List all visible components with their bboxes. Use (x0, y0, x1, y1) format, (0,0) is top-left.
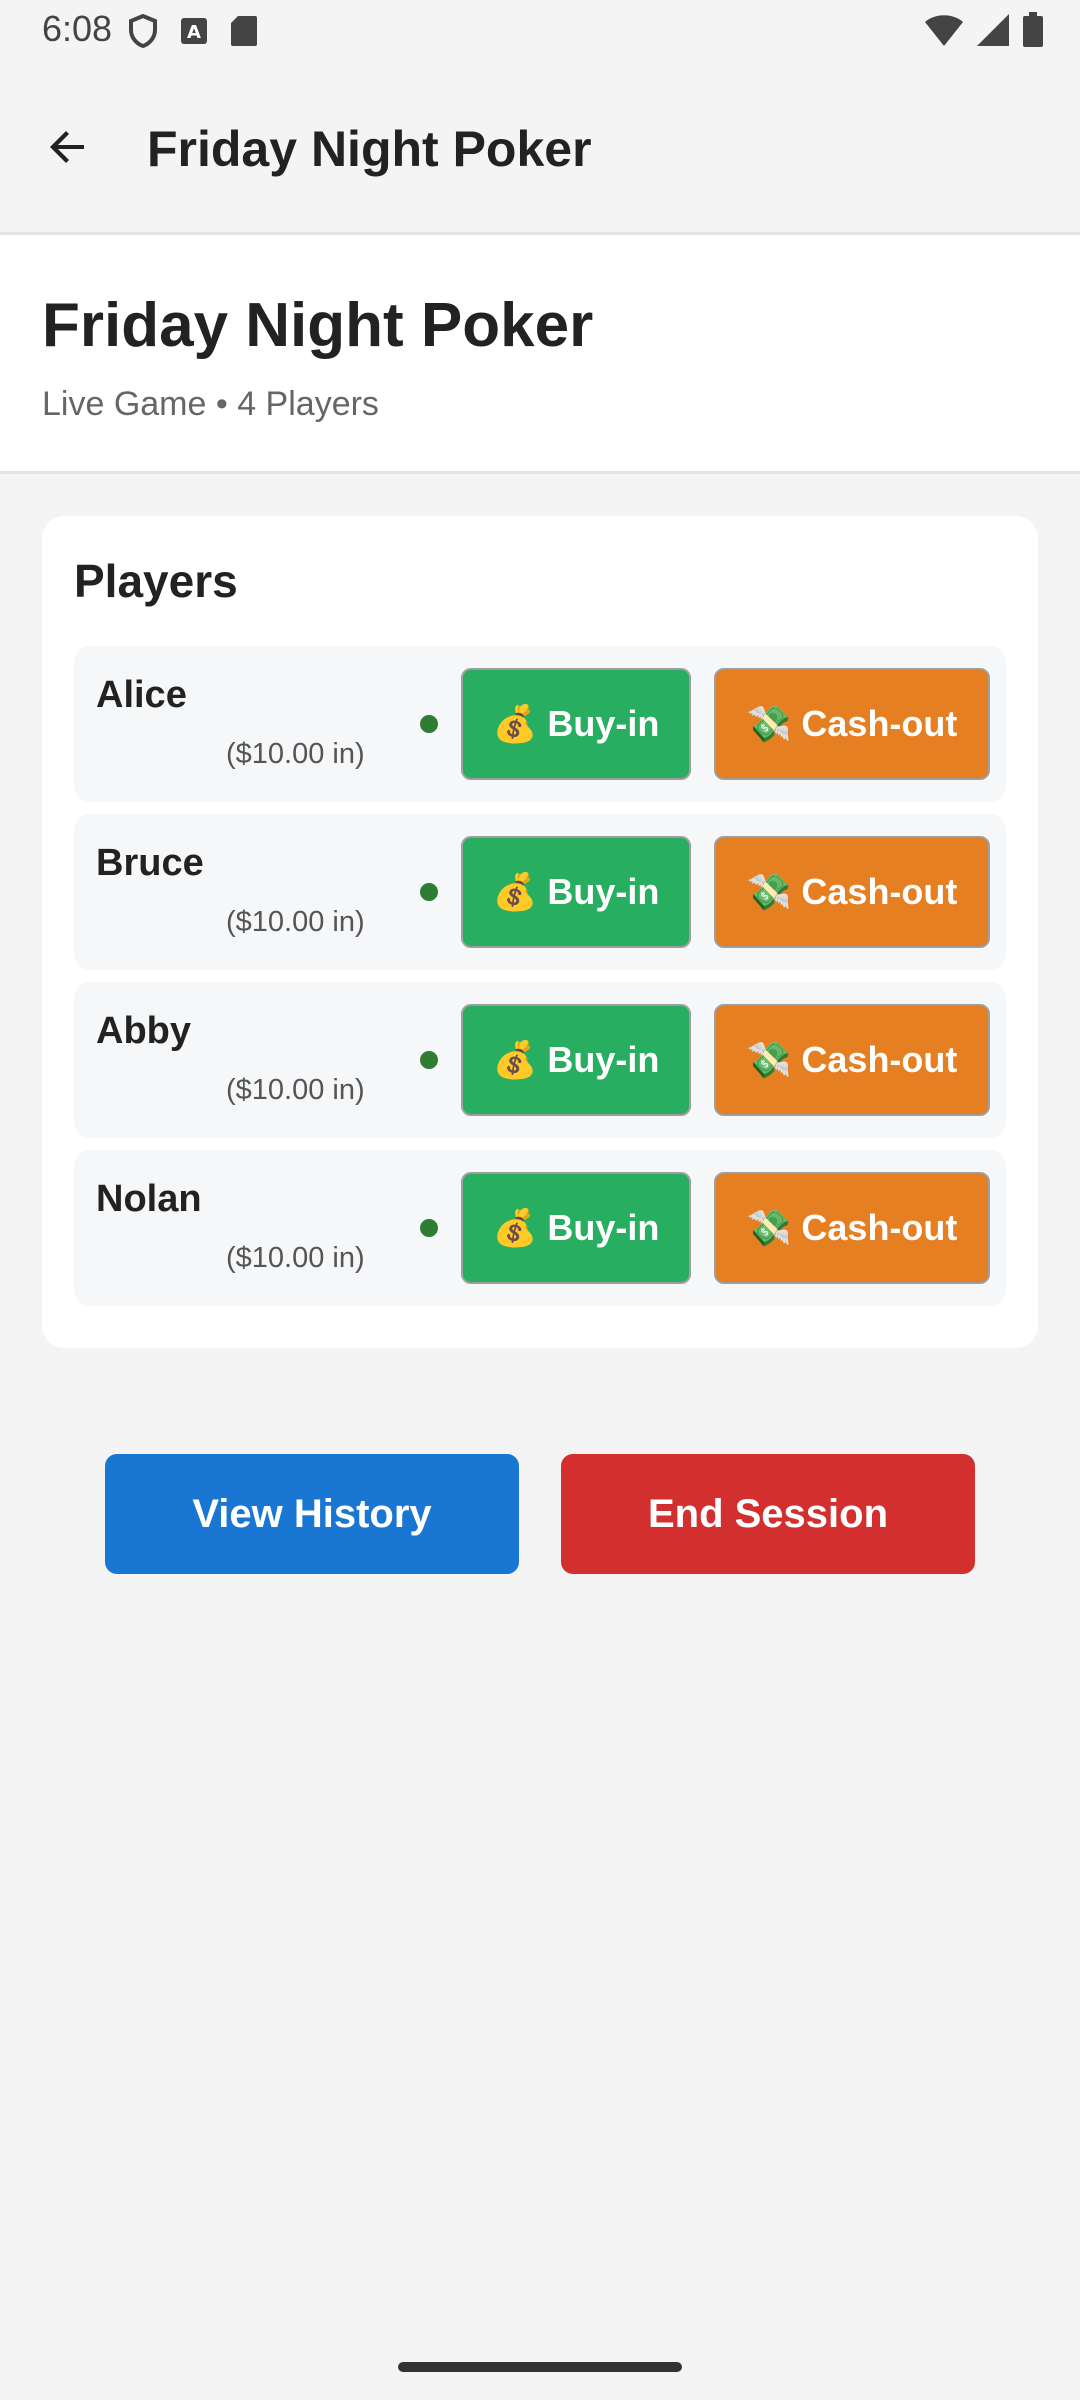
app-bar-title: Friday Night Poker (147, 121, 592, 177)
players-heading: Players (74, 555, 238, 607)
cash-out-label: Cash-out (801, 1207, 958, 1248)
buy-in-label: Buy-in (547, 1207, 660, 1248)
sd-card-icon (230, 15, 258, 52)
player-amount: ($10.00 in) (226, 906, 365, 938)
buy-in-button[interactable]: 💰 Buy-in (461, 1004, 691, 1116)
home-indicator[interactable] (398, 2362, 682, 2372)
money-wings-icon: 💸 (746, 1207, 792, 1248)
player-name: Abby (96, 1010, 191, 1052)
player-amount: ($10.00 in) (226, 1074, 365, 1106)
status-time: 6:08 (42, 8, 113, 49)
status-icons-right (924, 12, 1044, 53)
buy-in-button[interactable]: 💰 Buy-in (461, 836, 691, 948)
player-name: Bruce (96, 842, 204, 884)
buy-in-label: Buy-in (547, 1039, 660, 1080)
player-row: Nolan ($10.00 in) 💰 Buy-in 💸 Cash-out (74, 1150, 1006, 1306)
buy-in-button[interactable]: 💰 Buy-in (461, 1172, 691, 1284)
money-wings-icon: 💸 (746, 871, 792, 912)
player-amount: ($10.00 in) (226, 738, 365, 770)
buy-in-label: Buy-in (547, 871, 660, 912)
player-name: Alice (96, 674, 187, 716)
active-status-dot (420, 1219, 438, 1237)
battery-icon (1022, 12, 1044, 53)
text-a-icon: A (180, 17, 208, 50)
player-amount: ($10.00 in) (226, 1242, 365, 1274)
money-bag-icon: 💰 (492, 871, 538, 912)
player-row: Abby ($10.00 in) 💰 Buy-in 💸 Cash-out (74, 982, 1006, 1138)
cash-out-label: Cash-out (801, 871, 958, 912)
money-wings-icon: 💸 (746, 1039, 792, 1080)
game-subtitle: Live Game • 4 Players (42, 385, 379, 423)
svg-text:A: A (187, 22, 201, 43)
wifi-icon (924, 13, 964, 52)
money-bag-icon: 💰 (492, 703, 538, 744)
status-icons-left: A (128, 13, 258, 53)
cash-out-label: Cash-out (801, 703, 958, 744)
cash-out-button[interactable]: 💸 Cash-out (714, 1004, 990, 1116)
money-bag-icon: 💰 (492, 1207, 538, 1248)
arrow-back-icon (44, 123, 92, 176)
end-session-button[interactable]: End Session (561, 1454, 975, 1574)
active-status-dot (420, 1051, 438, 1069)
game-title: Friday Night Poker (42, 291, 594, 360)
back-button[interactable] (28, 114, 108, 184)
cash-out-label: Cash-out (801, 1039, 958, 1080)
cash-out-button[interactable]: 💸 Cash-out (714, 836, 990, 948)
buy-in-label: Buy-in (547, 703, 660, 744)
game-header: Friday Night Poker Live Game • 4 Players (0, 235, 1080, 474)
player-row: Alice ($10.00 in) 💰 Buy-in 💸 Cash-out (74, 646, 1006, 802)
shield-icon (128, 13, 158, 53)
active-status-dot (420, 715, 438, 733)
players-card: Players Alice ($10.00 in) 💰 Buy-in 💸 Cas… (42, 516, 1038, 1348)
buy-in-button[interactable]: 💰 Buy-in (461, 668, 691, 780)
status-bar: 6:08 A (0, 0, 1080, 62)
cash-out-button[interactable]: 💸 Cash-out (714, 1172, 990, 1284)
player-row: Bruce ($10.00 in) 💰 Buy-in 💸 Cash-out (74, 814, 1006, 970)
player-name: Nolan (96, 1178, 202, 1220)
money-bag-icon: 💰 (492, 1039, 538, 1080)
signal-icon (976, 13, 1010, 52)
money-wings-icon: 💸 (746, 703, 792, 744)
app-bar: Friday Night Poker (0, 62, 1080, 235)
active-status-dot (420, 883, 438, 901)
view-history-button[interactable]: View History (105, 1454, 519, 1574)
cash-out-button[interactable]: 💸 Cash-out (714, 668, 990, 780)
